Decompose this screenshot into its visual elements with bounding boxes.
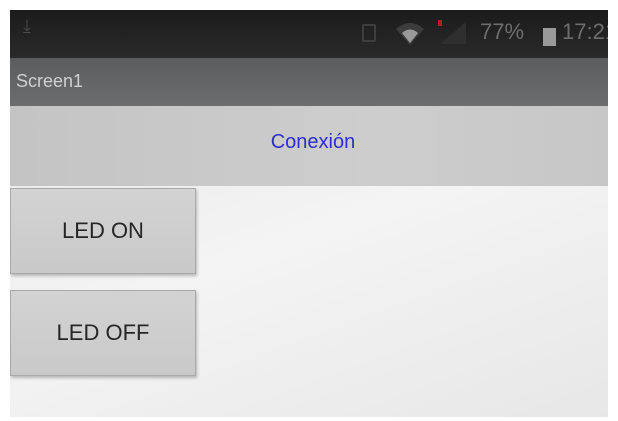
connection-bar: Conexión (10, 106, 608, 186)
clock: 17:21 (562, 19, 608, 44)
main-content: Conexión LED ON LED OFF (10, 106, 608, 417)
sim-icon (362, 24, 376, 42)
status-bar: ⤓ 77% 17:21 (10, 10, 608, 58)
signal-icon (438, 20, 468, 50)
battery-percent: 77% (480, 19, 525, 44)
title-bar: Screen1 (10, 58, 608, 106)
wifi-icon (394, 20, 426, 50)
download-icon: ⤓ (23, 16, 31, 37)
connection-label: Conexión (270, 131, 356, 153)
phone-screen: ⤓ 77% 17:21 Screen1 Conexión LED ON LED … (10, 10, 608, 417)
led-off-button[interactable]: LED OFF (10, 290, 196, 376)
led-on-button[interactable]: LED ON (10, 188, 196, 274)
app-title: Screen1 (16, 71, 84, 91)
battery-icon (543, 28, 556, 46)
